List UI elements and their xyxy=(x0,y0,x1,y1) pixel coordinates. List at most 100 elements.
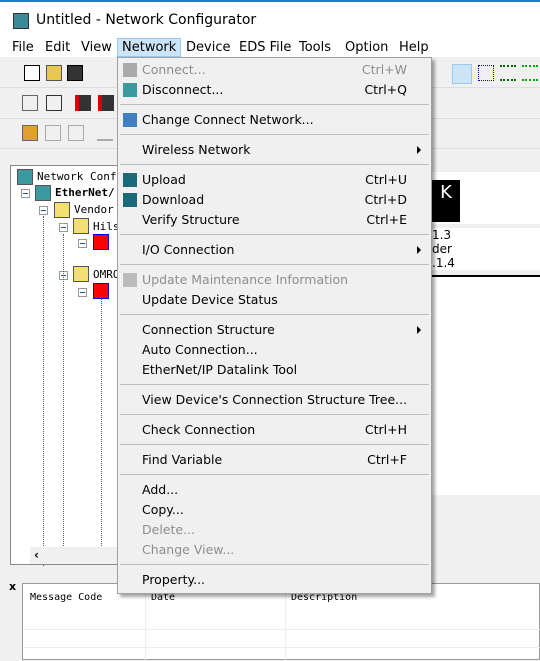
table-view-icon[interactable] xyxy=(500,65,516,81)
network-menu: Connect... Ctrl+W Disconnect... Ctrl+Q Chang… xyxy=(117,57,432,594)
menu-item-wireless-network[interactable]: Wireless Network xyxy=(118,140,431,160)
table-view-2-icon[interactable] xyxy=(522,65,538,81)
menu-item-find-variable[interactable]: Find Variable Ctrl+F xyxy=(118,450,431,470)
menu-item-verify-structure[interactable]: Verify Structure Ctrl+E xyxy=(118,210,431,230)
menu-item-label: Find Variable xyxy=(142,452,223,467)
menu-view[interactable]: View xyxy=(77,38,116,57)
import-icon[interactable] xyxy=(75,95,91,111)
shortcut-label: Ctrl+Q xyxy=(364,82,407,97)
menu-item-label: Update Maintenance Information xyxy=(142,272,349,287)
menu-item-label: EtherNet/IP Datalink Tool xyxy=(142,362,298,377)
menu-item-add[interactable]: Add... xyxy=(118,480,431,500)
menu-item-check-connection[interactable]: Check Connection Ctrl+H xyxy=(118,420,431,440)
menu-item-copy[interactable]: Copy... xyxy=(118,500,431,520)
shortcut-label: Ctrl+W xyxy=(361,62,407,77)
menu-network[interactable]: Network xyxy=(117,38,182,57)
app-icon xyxy=(13,13,29,29)
menu-separator xyxy=(118,560,431,570)
open-folder-icon[interactable] xyxy=(46,65,62,81)
submenu-arrow-icon xyxy=(417,326,421,334)
menu-item-label: Update Device Status xyxy=(142,292,278,307)
tree-line xyxy=(101,296,102,564)
menu-separator xyxy=(118,230,431,240)
menu-item-download[interactable]: Download Ctrl+D xyxy=(118,190,431,210)
tree-line xyxy=(43,216,44,566)
export-icon[interactable] xyxy=(98,95,114,111)
scroll-left-icon[interactable]: ‹ xyxy=(34,548,39,562)
transfer-icon xyxy=(97,125,113,141)
menu-item-update-maintenance-information: Update Maintenance Information xyxy=(118,270,431,290)
menu-item-label: Delete... xyxy=(142,522,195,537)
device-pane-lower xyxy=(430,275,540,495)
collapse-icon[interactable] xyxy=(21,189,30,198)
menu-item-connect: Connect... Ctrl+W xyxy=(118,60,431,80)
tree-vendor-1[interactable]: Hils xyxy=(93,220,120,233)
menu-item-update-device-status[interactable]: Update Device Status xyxy=(118,290,431,310)
menu-separator xyxy=(118,410,431,420)
tree-vendor[interactable]: Vendor xyxy=(74,203,114,216)
menu-item-ethernet-ip-datalink-tool[interactable]: EtherNet/IP Datalink Tool xyxy=(118,360,431,380)
disabled-tool-2-icon xyxy=(68,125,84,141)
menu-tools[interactable]: Tools xyxy=(295,38,335,57)
window-title: Untitled - Network Configurator xyxy=(36,12,257,28)
collapse-icon[interactable] xyxy=(59,223,68,232)
menu-item-label: Property... xyxy=(142,572,206,587)
collapse-icon[interactable] xyxy=(39,206,48,215)
device-info-line: 1.3 xyxy=(432,228,452,242)
menu-file[interactable]: File xyxy=(8,38,38,57)
tree-vendor-2[interactable]: OMRO xyxy=(93,268,120,281)
menu-item-label: Auto Connection... xyxy=(142,342,258,357)
menu-item-label: Disconnect... xyxy=(142,82,224,97)
menu-item-auto-connection[interactable]: Auto Connection... xyxy=(118,340,431,360)
menu-item-upload[interactable]: Upload Ctrl+U xyxy=(118,170,431,190)
collapse-icon[interactable] xyxy=(78,239,87,248)
shortcut-label: Ctrl+D xyxy=(364,192,407,207)
menu-item-change-connect-network[interactable]: Change Connect Network... xyxy=(118,110,431,130)
disconnect-icon xyxy=(123,83,137,97)
menu-item-label: Upload xyxy=(142,172,186,187)
menu-item-i-o-connection[interactable]: I/O Connection xyxy=(118,240,431,260)
message-table: Message Code Date Description xyxy=(22,583,540,661)
menu-option[interactable]: Option xyxy=(341,38,392,57)
submenu-arrow-icon xyxy=(417,246,421,254)
menu-item-disconnect[interactable]: Disconnect... Ctrl+Q xyxy=(118,80,431,100)
device-image: K xyxy=(432,180,460,222)
device-info: 1.3 der .1.4 xyxy=(432,228,540,270)
view-mode-2-icon[interactable] xyxy=(478,65,494,81)
submenu-arrow-icon xyxy=(417,146,421,154)
menu-item-property[interactable]: Property... xyxy=(118,570,431,590)
folder-icon xyxy=(73,218,89,234)
tree-line xyxy=(63,234,64,564)
menu-item-label: Download xyxy=(142,192,205,207)
menu-separator xyxy=(118,260,431,270)
online-icon[interactable] xyxy=(22,125,38,141)
wizard-icon[interactable] xyxy=(22,95,38,111)
menu-item-label: Change View... xyxy=(142,542,235,557)
device-info-line: .1.4 xyxy=(432,256,455,270)
report-icon[interactable] xyxy=(46,95,62,111)
collapse-icon[interactable] xyxy=(78,288,87,297)
disabled-tool-icon xyxy=(45,125,61,141)
menu-help[interactable]: Help xyxy=(395,38,433,57)
menu-separator xyxy=(118,100,431,110)
maintenance-icon xyxy=(123,273,137,287)
close-panel-button[interactable]: x xyxy=(9,580,16,593)
view-mode-1-icon[interactable] xyxy=(452,64,472,84)
menu-device[interactable]: Device xyxy=(182,38,234,57)
menu-separator xyxy=(118,310,431,320)
menu-eds-file[interactable]: EDS File xyxy=(235,38,295,57)
upload-icon xyxy=(123,173,137,187)
tree-network[interactable]: EtherNet/ xyxy=(55,186,115,199)
menu-separator xyxy=(118,440,431,450)
menu-item-connection-structure[interactable]: Connection Structure xyxy=(118,320,431,340)
menu-item-view-device-s-connection-structure-tree[interactable]: View Device's Connection Structure Tree.… xyxy=(118,390,431,410)
column-message-code[interactable]: Message Code xyxy=(30,592,102,603)
menu-item-label: I/O Connection xyxy=(142,242,235,257)
shortcut-label: Ctrl+E xyxy=(366,212,407,227)
menu-bar: File Edit View Network Device EDS File Tools Op… xyxy=(0,36,540,57)
menu-edit[interactable]: Edit xyxy=(41,38,74,57)
tree-root[interactable]: Network Confi xyxy=(37,170,123,183)
device-info-line: der xyxy=(432,242,452,256)
save-icon[interactable] xyxy=(67,65,83,81)
new-file-icon[interactable] xyxy=(24,65,40,81)
